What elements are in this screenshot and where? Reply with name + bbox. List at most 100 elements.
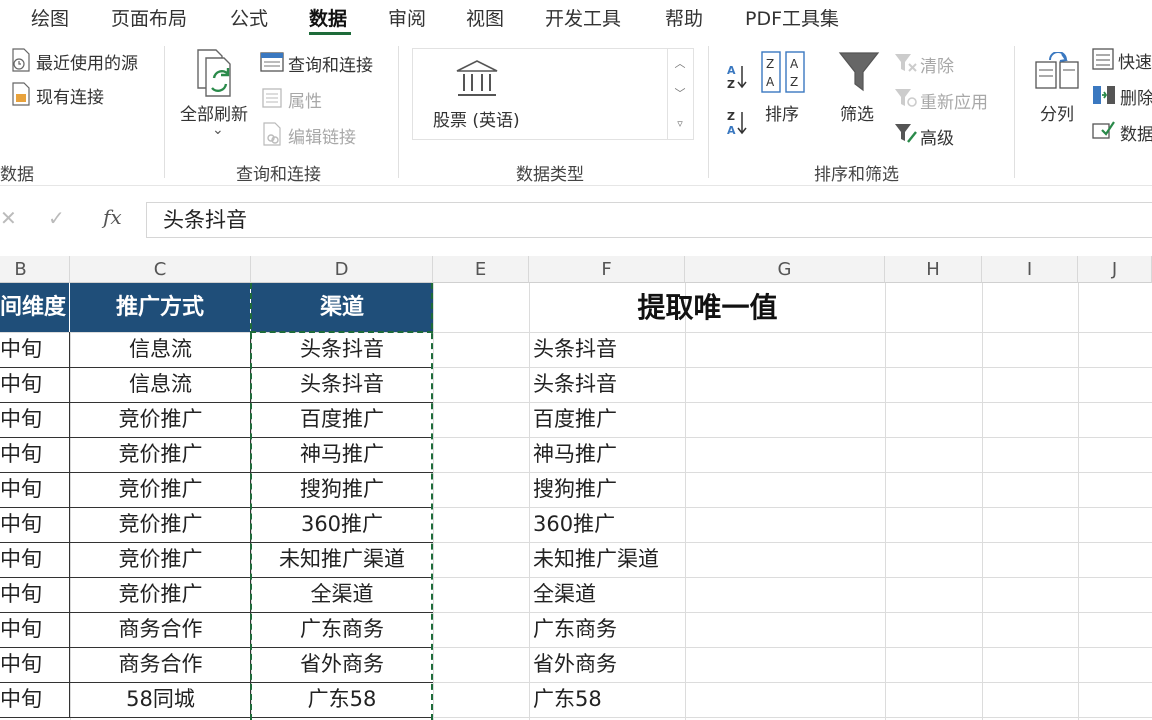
cell-c[interactable]: 58同城 [70, 682, 251, 717]
filter-icon [838, 52, 880, 92]
cell-c[interactable]: 竞价推广 [70, 437, 251, 472]
cell-f[interactable]: 全渠道 [533, 577, 733, 612]
tab-data[interactable]: 数据 [309, 4, 347, 31]
gallery-scroll-up-icon[interactable]: ︿ [668, 49, 692, 79]
reapply-button[interactable]: 重新应用 [920, 88, 988, 113]
column-header-f[interactable]: F [529, 256, 685, 283]
grid-line [885, 283, 886, 720]
copy-selection-marquee [250, 283, 433, 720]
tab-help[interactable]: 帮助 [665, 4, 703, 31]
gallery-more-icon[interactable]: ▿ [668, 109, 692, 139]
edit-links-icon [263, 122, 281, 146]
group-label-data-types: 数据类型 [516, 165, 584, 185]
flash-fill-icon [1092, 48, 1114, 70]
cell-f[interactable]: 搜狗推广 [533, 472, 733, 507]
cell-b[interactable]: 中旬 [0, 402, 70, 437]
tab-page-layout[interactable]: 页面布局 [111, 4, 187, 31]
properties-icon [262, 88, 282, 108]
cell-b[interactable]: 中旬 [0, 612, 70, 647]
cell-b[interactable]: 中旬 [0, 437, 70, 472]
cell-f[interactable]: 百度推广 [533, 402, 733, 437]
data-validation-button[interactable]: 数据 [1120, 120, 1152, 145]
flash-fill-button[interactable]: 快速 [1118, 48, 1152, 73]
table-border [69, 402, 70, 437]
svg-text:Z: Z [766, 57, 774, 71]
cell-b[interactable]: 中旬 [0, 367, 70, 402]
cell-c[interactable]: 商务合作 [70, 612, 251, 647]
properties-button[interactable]: 属性 [288, 87, 322, 112]
data-types-gallery[interactable]: 股票 (英语) ︿ ﹀ ▿ [412, 48, 694, 140]
grid-line [1078, 283, 1079, 720]
queries-connections-button[interactable]: 查询和连接 [288, 51, 373, 76]
group-separator [1014, 46, 1015, 178]
svg-text:Z: Z [727, 110, 735, 123]
cell-b[interactable]: 中旬 [0, 472, 70, 507]
cell-f[interactable]: 头条抖音 [533, 367, 733, 402]
cell-f[interactable]: 广东商务 [533, 612, 733, 647]
cell-f[interactable]: 广东58 [533, 682, 733, 717]
unique-values-title[interactable]: 提取唯一值 [530, 283, 885, 332]
cell-c[interactable]: 竞价推广 [70, 577, 251, 612]
cell-f[interactable]: 360推广 [533, 507, 733, 542]
stocks-data-type-button[interactable]: 股票 (英语) [433, 106, 520, 131]
enter-icon[interactable]: ✓ [48, 206, 65, 230]
formula-input[interactable]: 头条抖音 [146, 202, 1152, 238]
cell-b[interactable]: 中旬 [0, 682, 70, 717]
refresh-all-dropdown-icon[interactable]: ⌄ [212, 122, 224, 138]
cell-c[interactable]: 信息流 [70, 332, 251, 367]
column-header-j[interactable]: J [1078, 256, 1152, 283]
gallery-scroll-down-icon[interactable]: ﹀ [668, 79, 692, 109]
recent-sources-icon [12, 48, 30, 72]
cell-b[interactable]: 中旬 [0, 332, 70, 367]
cell-b[interactable]: 中旬 [0, 647, 70, 682]
cell-c[interactable]: 竞价推广 [70, 402, 251, 437]
tab-pdf-tools[interactable]: PDF工具集 [745, 4, 839, 31]
insert-function-icon[interactable]: fx [103, 205, 122, 229]
tab-draw[interactable]: 绘图 [31, 4, 69, 31]
text-to-columns-button[interactable]: 分列 [1040, 100, 1074, 125]
active-tab-indicator [309, 32, 351, 35]
table-header-c[interactable]: 推广方式 [70, 283, 251, 332]
column-header-g[interactable]: G [685, 256, 885, 283]
sort-button[interactable]: 排序 [765, 100, 799, 125]
edit-links-button[interactable]: 编辑链接 [288, 123, 356, 148]
cell-f[interactable]: 头条抖音 [533, 332, 733, 367]
svg-text:Z: Z [727, 78, 735, 90]
remove-duplicates-button[interactable]: 删除 [1120, 84, 1152, 109]
column-header-c[interactable]: C [70, 256, 251, 283]
filter-button[interactable]: 筛选 [840, 100, 874, 125]
text-to-columns-icon [1035, 52, 1079, 89]
tab-formulas[interactable]: 公式 [230, 4, 268, 31]
cell-c[interactable]: 信息流 [70, 367, 251, 402]
cell-b[interactable]: 中旬 [0, 507, 70, 542]
column-header-h[interactable]: H [885, 256, 982, 283]
tab-view[interactable]: 视图 [466, 4, 504, 31]
column-header-b[interactable]: B [0, 256, 70, 283]
table-border [69, 507, 70, 542]
sort-a-to-z-icon[interactable]: A Z [726, 62, 748, 90]
cell-c[interactable]: 竞价推广 [70, 542, 251, 577]
cell-b[interactable]: 中旬 [0, 542, 70, 577]
recent-sources-button[interactable]: 最近使用的源 [36, 49, 138, 74]
cell-c[interactable]: 竞价推广 [70, 507, 251, 542]
advanced-filter-button[interactable]: 高级 [920, 124, 954, 149]
cell-c[interactable]: 竞价推广 [70, 472, 251, 507]
column-header-d[interactable]: D [251, 256, 433, 283]
existing-connections-icon [12, 82, 30, 106]
cell-b[interactable]: 中旬 [0, 577, 70, 612]
group-label-queries: 查询和连接 [236, 165, 321, 185]
tab-developer[interactable]: 开发工具 [545, 4, 621, 31]
column-header-e[interactable]: E [433, 256, 529, 283]
table-header-b[interactable]: 间维度 [0, 283, 70, 332]
cancel-icon[interactable]: ✕ [0, 206, 17, 230]
table-border [69, 682, 70, 717]
tab-review[interactable]: 审阅 [388, 4, 426, 31]
cell-f[interactable]: 神马推广 [533, 437, 733, 472]
clear-filter-button[interactable]: 清除 [920, 52, 954, 77]
column-header-i[interactable]: I [982, 256, 1078, 283]
cell-f[interactable]: 省外商务 [533, 647, 733, 682]
sort-z-to-a-icon[interactable]: Z A [726, 108, 748, 136]
cell-c[interactable]: 商务合作 [70, 647, 251, 682]
cell-f[interactable]: 未知推广渠道 [533, 542, 733, 577]
existing-connections-button[interactable]: 现有连接 [36, 83, 104, 108]
